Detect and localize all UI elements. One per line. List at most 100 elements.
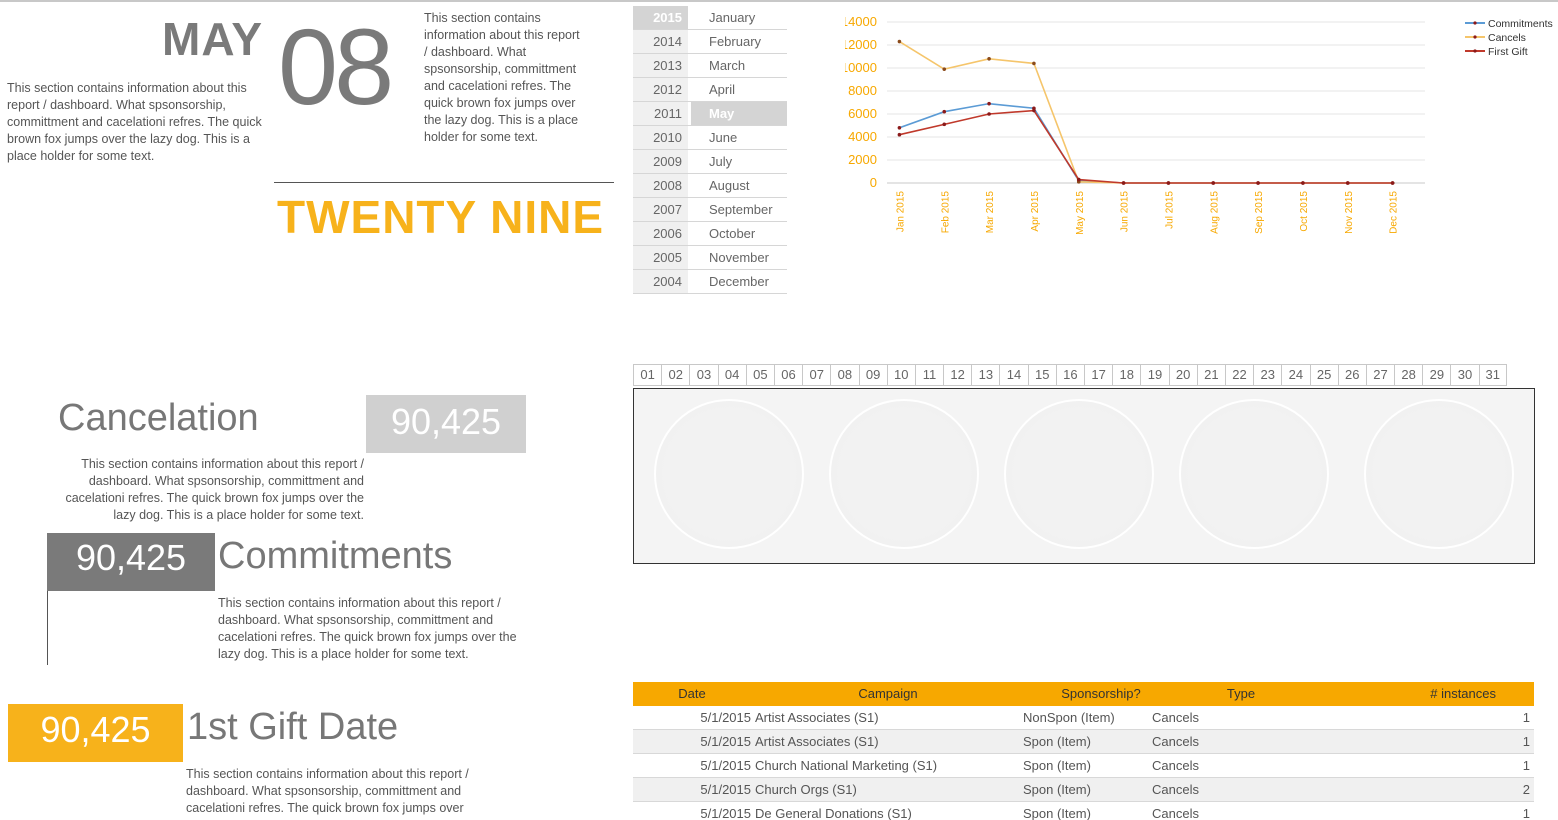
day-option[interactable]: 31 [1478,364,1507,386]
day-option[interactable]: 19 [1140,364,1169,386]
data-point [897,132,902,137]
legend-marker [1473,35,1477,39]
cell-instances: 1 [1522,710,1530,725]
year-option[interactable]: 2006 [633,222,691,245]
day-option[interactable]: 13 [971,364,1000,386]
table-row[interactable]: 5/1/2015 Artist Associates (S1) NonSpon (I… [633,706,1534,730]
month-option[interactable]: July [691,150,787,173]
slicer-row: 2009 July [633,150,787,174]
data-point [1076,177,1081,182]
x-tick-label: Jan 2015 [895,191,906,233]
year-option[interactable]: 2005 [633,246,691,269]
year-option[interactable]: 2007 [633,198,691,221]
day-option[interactable]: 03 [689,364,718,386]
current-month: MAY [162,13,263,65]
day-option[interactable]: 18 [1112,364,1141,386]
day-option[interactable]: 16 [1055,364,1084,386]
year-option[interactable]: 2015 [633,6,691,29]
cancelation-title: Cancelation [58,397,259,439]
day-option[interactable]: 20 [1168,364,1197,386]
day-option[interactable]: 27 [1365,364,1395,386]
day-option[interactable]: 17 [1084,364,1113,386]
data-point [1301,181,1305,185]
panel-ring-3 [1004,399,1154,549]
header-date[interactable]: Date [633,682,753,706]
year-option[interactable]: 2004 [633,270,691,293]
year-option[interactable]: 2013 [633,54,691,77]
table-row[interactable]: 5/1/2015 De General Donations (S1) Spon (I… [633,802,1534,820]
day-option[interactable]: 14 [999,364,1028,386]
day-option[interactable]: 06 [773,364,803,386]
cell-campaign: Church Orgs (S1) [755,782,857,797]
month-option[interactable]: October [691,222,787,245]
month-option[interactable]: September [691,198,787,221]
year-option[interactable]: 2008 [633,174,691,197]
cell-type: Cancels [1152,806,1199,820]
legend-label: Cancels [1488,32,1526,44]
month-option[interactable]: April [691,78,787,101]
day-option[interactable]: 01 [633,364,662,386]
day-option[interactable]: 10 [886,364,915,386]
month-option[interactable]: August [691,174,787,197]
year-option[interactable]: 2014 [633,30,691,53]
panel-ring-1 [654,399,804,549]
x-tick-label: Apr 2015 [1030,191,1041,232]
day-option[interactable]: 04 [717,364,746,386]
month-option[interactable]: June [691,126,787,149]
cell-type: Cancels [1152,758,1199,773]
table-row[interactable]: 5/1/2015 Church National Marketing (S1) Sp… [633,754,1534,778]
month-option[interactable]: January [691,6,787,29]
day-option[interactable]: 08 [830,364,859,386]
year-option[interactable]: 2009 [633,150,691,173]
y-tick-label: 12000 [845,37,877,52]
y-tick-label: 6000 [848,106,877,121]
month-option[interactable]: February [691,30,787,53]
legend-label: First Gift [1488,46,1528,58]
month-option[interactable]: December [691,270,787,293]
month-option[interactable]: November [691,246,787,269]
day-option[interactable]: 02 [661,364,690,386]
day-option[interactable]: 26 [1337,364,1366,386]
header-instances[interactable]: # instances [1301,682,1534,706]
day-option[interactable]: 22 [1224,364,1254,386]
header-type[interactable]: Type [1181,682,1301,706]
day-option[interactable]: 12 [943,364,972,386]
day-option[interactable]: 29 [1422,364,1451,386]
year-option[interactable]: 2010 [633,126,691,149]
month-option[interactable]: March [691,54,787,77]
table-row[interactable]: 5/1/2015 Artist Associates (S1) Spon (Item… [633,730,1534,754]
header-campaign[interactable]: Campaign [753,682,1021,706]
data-point [942,122,947,127]
header-sponsorship[interactable]: Sponsorship? [1021,682,1181,706]
data-point [1032,108,1036,113]
cell-instances: 1 [1522,734,1530,749]
day-option[interactable]: 28 [1394,364,1423,386]
day-option[interactable]: 15 [1027,364,1056,386]
day-option[interactable]: 21 [1196,364,1225,386]
slicer-row: 2005 November [633,246,787,270]
y-tick-label: 0 [870,175,877,190]
day-option[interactable]: 25 [1309,364,1338,386]
cell-campaign: De General Donations (S1) [755,806,912,820]
year-option[interactable]: 2012 [633,78,691,101]
day-option[interactable]: 23 [1253,364,1282,386]
day-option[interactable]: 24 [1281,364,1310,386]
day-option[interactable]: 05 [745,364,774,386]
data-point [1121,181,1126,185]
cell-sponsorship: Spon (Item) [1023,758,1091,773]
month-option[interactable]: May [691,102,787,125]
year-option[interactable]: 2011 [633,102,691,125]
legend-marker [1473,49,1477,53]
slicer-row: 2011 May [633,102,787,126]
monthly-line-chart: 0 2000 4000 6000 8000 10000 12000 14000 Jan 2015… [845,14,1553,235]
day-option[interactable]: 11 [914,364,944,386]
day-option[interactable]: 30 [1450,364,1479,386]
data-point [897,39,902,44]
cell-type: Cancels [1152,782,1199,797]
x-tick-label: Dec 2015 [1389,191,1400,234]
day-option[interactable]: 07 [802,364,831,386]
table-row[interactable]: 5/1/2015 Church Orgs (S1) Spon (Item) Cance… [633,778,1534,802]
slicer-row: 2007 September [633,198,787,222]
x-tick-label: Jul 2015 [1164,191,1175,229]
day-option[interactable]: 09 [858,364,887,386]
